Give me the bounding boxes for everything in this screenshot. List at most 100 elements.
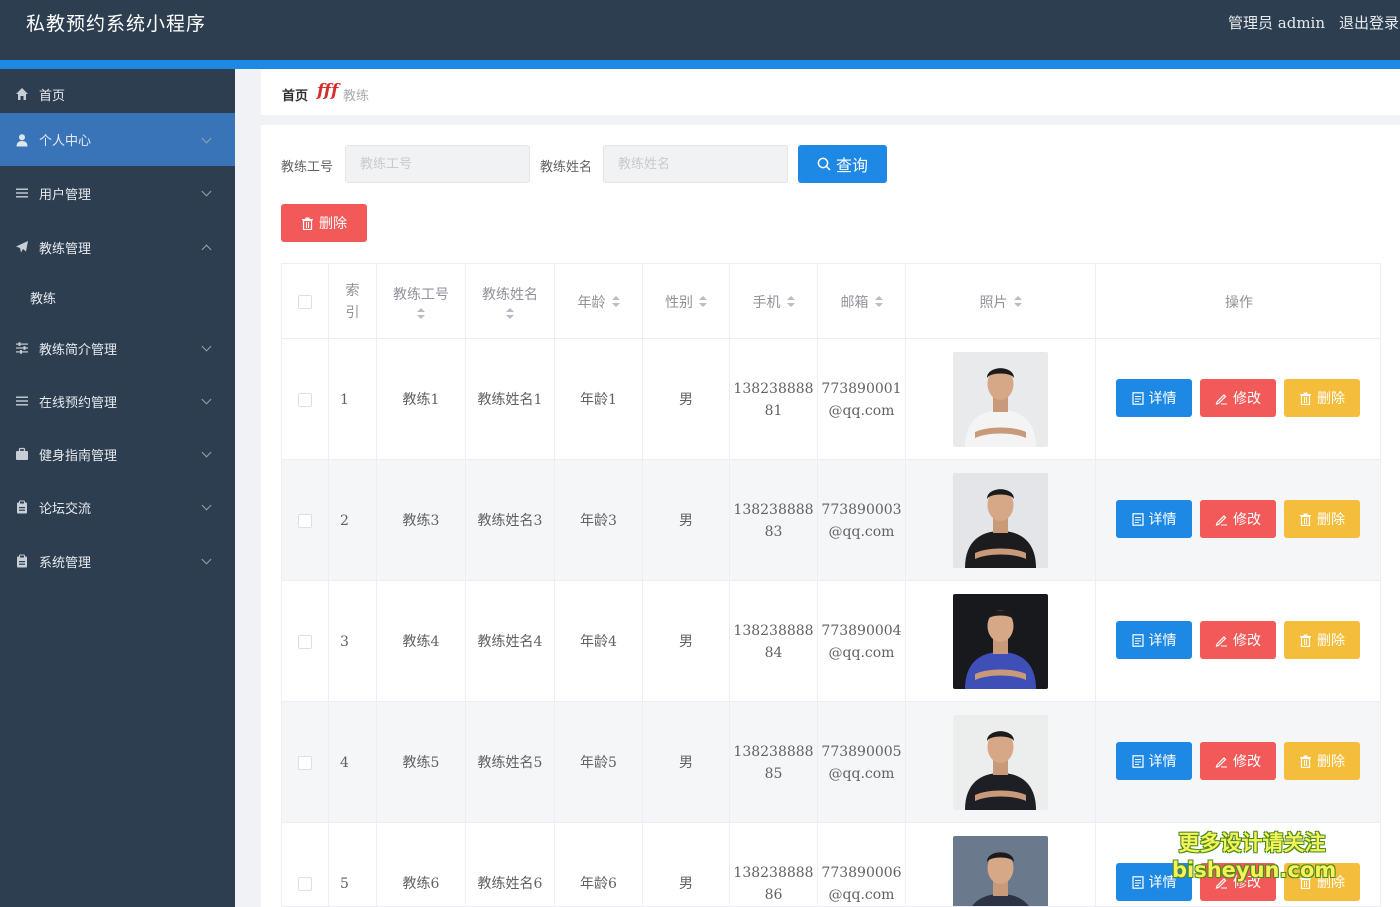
row-checkbox[interactable]: [298, 755, 312, 770]
detail-button-label: 详情: [1148, 512, 1177, 528]
sidebar-item-personal-center[interactable]: 个人中心: [0, 113, 235, 166]
coach-photo[interactable]: [953, 715, 1048, 810]
row-phone: 138238888 81: [730, 339, 818, 460]
delete-button-label: 删除: [1317, 754, 1345, 770]
select-all-checkbox[interactable]: [298, 294, 312, 309]
header-index-line2: 引: [345, 304, 360, 321]
edit-icon: [1215, 876, 1228, 889]
row-index-text: 3: [340, 633, 349, 650]
batch-delete-label: 删除: [319, 216, 347, 232]
row-coach-id-text: 教练1: [402, 391, 440, 408]
edit-button[interactable]: 修改: [1200, 379, 1276, 417]
row-coach-id: 教练1: [377, 339, 466, 460]
sidebar-item-forum[interactable]: 论坛交流: [0, 482, 235, 532]
row-gender-text: 男: [679, 391, 693, 408]
edit-button[interactable]: 修改: [1200, 742, 1276, 780]
delete-button[interactable]: 删除: [1284, 742, 1360, 780]
chevron-down-icon: [201, 447, 212, 458]
coach-id-label: 教练工号: [281, 160, 334, 175]
sidebar-item-label: 个人中心: [39, 134, 92, 149]
coach-photo[interactable]: [953, 473, 1048, 568]
sidebar-item-home[interactable]: 首页: [0, 69, 235, 119]
breadcrumb-separator: fff: [317, 81, 339, 101]
admin-label: 管理员 admin: [1228, 14, 1325, 32]
delete-button[interactable]: 删除: [1284, 379, 1360, 417]
row-email: 773890001 @qq.com: [818, 339, 906, 460]
coach-photo[interactable]: [953, 594, 1048, 689]
search-button-label: 查询: [835, 156, 868, 175]
sort-icon[interactable]: [1013, 295, 1022, 308]
sidebar-item-fitness-guide-management[interactable]: 健身指南管理: [0, 429, 235, 479]
breadcrumb-home[interactable]: 首页: [282, 85, 308, 104]
row-checkbox[interactable]: [298, 634, 312, 649]
chevron-down-icon: [201, 500, 212, 511]
row-checkbox[interactable]: [298, 876, 312, 891]
coach-photo[interactable]: [953, 352, 1048, 447]
edit-button-label: 修改: [1233, 391, 1261, 407]
sidebar-item-user-management[interactable]: 用户管理: [0, 168, 235, 218]
sidebar-item-coach-intro-management[interactable]: 教练简介管理: [0, 323, 235, 373]
row-phone-line2: 83: [764, 523, 783, 540]
edit-icon: [1215, 513, 1228, 526]
row-coach-id-text: 教练6: [402, 875, 440, 892]
detail-button[interactable]: 详情: [1116, 621, 1192, 659]
row-age-text: 年龄1: [580, 391, 617, 408]
sidebar-item-label: 首页: [39, 88, 66, 104]
row-gender-text: 男: [679, 754, 693, 771]
header-photo[interactable]: 照片: [906, 264, 1096, 339]
document-icon: [1131, 633, 1144, 647]
sidebar-item-label: 系统管理: [39, 555, 92, 571]
table-row: 3 教练4 教练姓名4 年龄4 男 138238888 84 773890004 @qq.com…: [282, 580, 1380, 702]
delete-button[interactable]: 删除: [1284, 863, 1360, 901]
sidebar-item-coach-management[interactable]: 教练管理: [0, 222, 235, 272]
row-phone: 138238888 86: [730, 823, 818, 906]
edit-button[interactable]: 修改: [1200, 621, 1276, 659]
coach-name-input[interactable]: [603, 145, 788, 183]
header-coach-id[interactable]: 教练工号: [377, 264, 466, 339]
sort-icon[interactable]: [611, 295, 620, 308]
edit-button[interactable]: 修改: [1200, 500, 1276, 538]
header-gender[interactable]: 性别: [643, 264, 730, 339]
row-checkbox[interactable]: [298, 392, 312, 407]
sort-icon[interactable]: [699, 295, 707, 308]
row-age: 年龄4: [555, 581, 643, 702]
sort-icon[interactable]: [506, 307, 514, 320]
clipboard-icon: [15, 554, 29, 568]
coach-photo[interactable]: [953, 836, 1048, 906]
sidebar-subitem-coach[interactable]: 教练: [30, 288, 56, 307]
sort-icon[interactable]: [786, 295, 795, 308]
header-age[interactable]: 年龄: [555, 264, 643, 339]
chevron-down-icon: [201, 394, 212, 405]
header-coach-name[interactable]: 教练姓名: [466, 264, 555, 339]
batch-delete-button[interactable]: 删除: [281, 204, 367, 242]
row-index: 4: [329, 702, 377, 823]
coach-id-input[interactable]: [345, 145, 530, 183]
detail-button[interactable]: 详情: [1116, 379, 1192, 417]
detail-button[interactable]: 详情: [1116, 500, 1192, 538]
row-email: 773890005 @qq.com: [818, 702, 906, 823]
row-coach-name: 教练姓名6: [466, 823, 555, 906]
row-index-text: 5: [340, 875, 349, 892]
edit-button[interactable]: 修改: [1200, 863, 1276, 901]
delete-button[interactable]: 删除: [1284, 500, 1360, 538]
sidebar-item-system-management[interactable]: 系统管理: [0, 536, 235, 586]
search-button[interactable]: 查询: [798, 145, 887, 183]
detail-button-label: 详情: [1148, 875, 1177, 891]
delete-button[interactable]: 删除: [1284, 621, 1360, 659]
edit-button-label: 修改: [1233, 512, 1261, 528]
trash-icon: [1299, 513, 1312, 526]
row-checkbox[interactable]: [298, 513, 312, 528]
row-gender: 男: [643, 339, 730, 460]
sidebar-item-online-booking-management[interactable]: 在线预约管理: [0, 376, 235, 426]
header-phone[interactable]: 手机: [730, 264, 818, 339]
home-icon: [15, 87, 29, 101]
row-coach-name-text: 教练姓名5: [477, 754, 543, 771]
logout-link[interactable]: 退出登录: [1339, 12, 1399, 33]
detail-button[interactable]: 详情: [1116, 863, 1192, 901]
sort-icon[interactable]: [417, 307, 425, 320]
sort-icon[interactable]: [874, 295, 883, 308]
edit-icon: [1215, 634, 1228, 647]
detail-button[interactable]: 详情: [1116, 742, 1192, 780]
header-email[interactable]: 邮箱: [818, 264, 906, 339]
list-icon: [15, 186, 29, 200]
